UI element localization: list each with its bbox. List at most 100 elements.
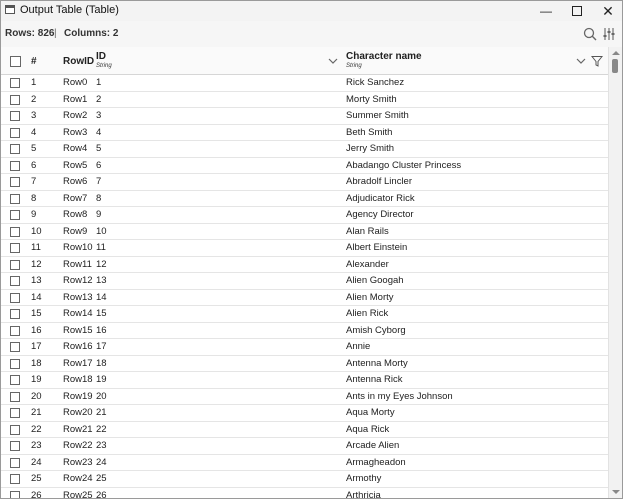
row-checkbox[interactable] — [10, 325, 20, 336]
table-row[interactable]: 14 Row13 14 Alien Morty — [1, 290, 608, 306]
row-index: 13 — [31, 275, 42, 286]
row-id-cell: Row8 — [63, 209, 88, 220]
row-id-cell: Row7 — [63, 192, 88, 204]
window-title: Output Table (Table) — [20, 4, 119, 16]
table-row[interactable]: 20 Row19 20 Ants in my Eyes Johnson — [1, 389, 608, 405]
character-name-cell: Antenna Rick — [346, 374, 403, 385]
row-checkbox[interactable] — [10, 408, 20, 418]
scrollbar-thumb[interactable] — [612, 59, 618, 73]
table-row[interactable]: 10 Row9 10 Alan Rails — [1, 224, 608, 240]
table-body: 1 Row0 1 Rick Sanchez 2 Row1 2 Morty Smith 3 Row2… — [1, 75, 608, 498]
table-row[interactable]: 4 Row3 4 Beth Smith — [1, 125, 608, 141]
character-name-cell: Abadango Cluster Princess — [346, 159, 462, 171]
character-name-cell: Abradolf Lincler — [346, 176, 413, 187]
row-checkbox[interactable] — [10, 78, 20, 88]
row-checkbox[interactable] — [10, 193, 20, 204]
table-row[interactable]: 18 Row17 18 Antenna Morty — [1, 356, 608, 372]
row-checkbox[interactable] — [10, 226, 20, 237]
minimize-button[interactable]: — — [531, 1, 561, 21]
row-index: 10 — [31, 225, 42, 237]
table-row[interactable]: 1 Row0 1 Rick Sanchez — [1, 75, 608, 92]
header-id[interactable]: ID String — [96, 47, 341, 74]
select-all-checkbox[interactable] — [10, 56, 21, 67]
character-name-cell: Antenna Morty — [346, 357, 408, 369]
row-checkbox[interactable] — [10, 309, 20, 319]
row-index: 22 — [31, 423, 42, 435]
row-checkbox[interactable] — [10, 243, 20, 253]
row-checkbox[interactable] — [10, 111, 20, 121]
id-cell: 13 — [96, 275, 107, 286]
row-checkbox[interactable] — [10, 127, 20, 138]
id-cell: 25 — [96, 473, 107, 484]
table-row[interactable]: 15 Row14 15 Alien Rick — [1, 306, 608, 323]
table-row[interactable]: 17 Row16 17 Annie — [1, 339, 608, 356]
title-bar[interactable]: Output Table (Table) — ✕ — [1, 1, 622, 21]
table-row[interactable]: 8 Row7 8 Adjudicator Rick — [1, 191, 608, 207]
id-cell: 12 — [96, 258, 107, 270]
table-row[interactable]: 23 Row22 23 Arcade Alien — [1, 438, 608, 455]
row-checkbox[interactable] — [10, 144, 20, 154]
table-row[interactable]: 9 Row8 9 Agency Director — [1, 207, 608, 224]
row-index: 3 — [31, 110, 37, 121]
table-row[interactable]: 5 Row4 5 Jerry Smith — [1, 141, 608, 158]
row-checkbox[interactable] — [10, 342, 20, 352]
id-cell: 22 — [96, 423, 107, 435]
row-checkbox[interactable] — [10, 276, 20, 286]
table-row[interactable]: 2 Row1 2 Morty Smith — [1, 92, 608, 108]
row-checkbox[interactable] — [10, 259, 20, 270]
search-icon[interactable] — [582, 26, 598, 42]
row-checkbox[interactable] — [10, 94, 20, 105]
id-cell: 7 — [96, 176, 102, 187]
row-checkbox[interactable] — [10, 358, 20, 369]
row-checkbox[interactable] — [10, 210, 20, 220]
vertical-scrollbar[interactable] — [608, 47, 622, 498]
row-checkbox[interactable] — [10, 424, 20, 435]
chevron-down-icon[interactable] — [576, 58, 586, 64]
table-row[interactable]: 12 Row11 12 Alexander — [1, 257, 608, 273]
filter-icon[interactable] — [591, 55, 603, 67]
table-row[interactable]: 16 Row15 16 Amish Cyborg — [1, 323, 608, 339]
id-cell: 1 — [96, 77, 102, 88]
row-checkbox[interactable] — [10, 177, 20, 187]
header-character-label: Character name — [346, 51, 422, 62]
header-rowid[interactable]: RowID — [63, 56, 94, 67]
row-id-cell: Row5 — [63, 159, 88, 171]
table-row[interactable]: 13 Row12 13 Alien Googah — [1, 273, 608, 290]
character-name-cell: Alexander — [346, 258, 389, 270]
table-row[interactable]: 3 Row2 3 Summer Smith — [1, 108, 608, 125]
table-row[interactable]: 19 Row18 19 Antenna Rick — [1, 372, 608, 389]
column-settings-icon[interactable] — [601, 26, 617, 42]
id-cell: 11 — [96, 242, 106, 253]
character-name-cell: Alien Googah — [346, 275, 404, 286]
table-row[interactable]: 24 Row23 24 Armagheadon — [1, 455, 608, 471]
scroll-up-icon[interactable] — [612, 51, 620, 55]
row-checkbox[interactable] — [10, 292, 20, 303]
table-row[interactable]: 26 Row25 26 Arthricia — [1, 488, 608, 499]
row-checkbox[interactable] — [10, 474, 20, 484]
character-name-cell: Alien Rick — [346, 308, 389, 319]
table-row[interactable]: 7 Row6 7 Abradolf Lincler — [1, 174, 608, 191]
scroll-down-icon[interactable] — [612, 490, 620, 494]
table-row[interactable]: 6 Row5 6 Abadango Cluster Princess — [1, 158, 608, 174]
row-checkbox[interactable] — [10, 490, 20, 498]
row-id-cell: Row17 — [63, 357, 93, 369]
table-row[interactable]: 22 Row21 22 Aqua Rick — [1, 422, 608, 438]
row-checkbox[interactable] — [10, 441, 20, 451]
row-checkbox[interactable] — [10, 160, 20, 171]
row-id-cell: Row6 — [63, 176, 88, 187]
id-cell: 23 — [96, 440, 107, 451]
maximize-button[interactable] — [562, 1, 592, 21]
chevron-down-icon[interactable] — [328, 58, 338, 64]
row-index: 15 — [31, 308, 42, 319]
row-checkbox[interactable] — [10, 375, 20, 385]
row-index: 8 — [31, 192, 37, 204]
row-checkbox[interactable] — [10, 391, 20, 402]
table-row[interactable]: 11 Row10 11 Albert Einstein — [1, 240, 608, 257]
row-id-cell: Row22 — [63, 440, 93, 451]
table-row[interactable]: 21 Row20 21 Aqua Morty — [1, 405, 608, 422]
header-character-name[interactable]: Character name String — [346, 47, 591, 74]
row-id-cell: Row25 — [63, 489, 93, 499]
row-checkbox[interactable] — [10, 457, 20, 468]
table-row[interactable]: 25 Row24 25 Armothy — [1, 471, 608, 488]
close-button[interactable]: ✕ — [593, 1, 622, 21]
